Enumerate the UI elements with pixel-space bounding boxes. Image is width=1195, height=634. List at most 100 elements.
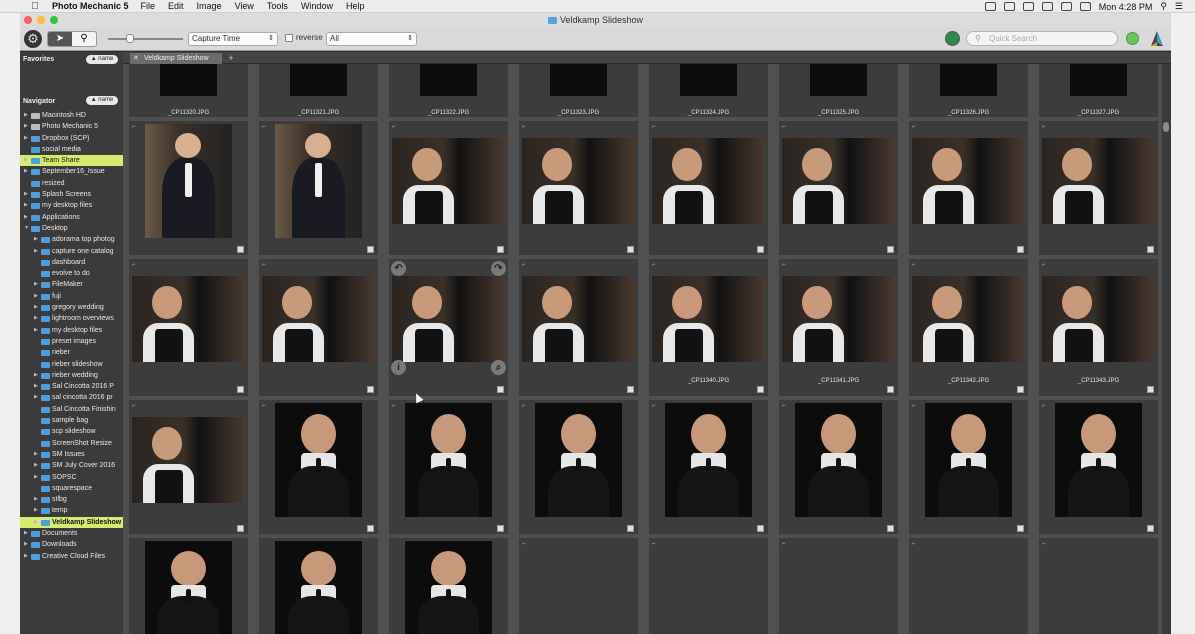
disclosure-closed-icon[interactable]: ▶ [24, 212, 28, 223]
tag-checkbox[interactable] [627, 246, 634, 253]
navigator-item[interactable]: squarespace [20, 483, 123, 494]
menu-image[interactable]: Image [197, 1, 222, 11]
status-icon[interactable] [1003, 2, 1015, 11]
navigator-item[interactable]: ▶ my desktop files [20, 325, 123, 336]
tag-checkbox[interactable] [497, 386, 504, 393]
minimize-window-button[interactable] [37, 16, 45, 24]
thumbnail-cell[interactable] [129, 538, 248, 634]
tag-checkbox[interactable] [367, 386, 374, 393]
quick-search-input[interactable]: ⚲ Quick Search [966, 31, 1118, 46]
menu-help[interactable]: Help [346, 1, 365, 11]
info-icon[interactable]: i [391, 360, 406, 375]
thumbnail-cell[interactable]: ⌐ [779, 538, 898, 634]
disclosure-closed-icon[interactable]: ▶ [24, 539, 28, 550]
thumbnail-cell[interactable]: ⌐ [389, 400, 508, 534]
thumbnail-cell[interactable]: ⌐ [129, 400, 248, 534]
navigator-item[interactable]: ▶ FileMaker [20, 279, 123, 290]
thumbnail-cell[interactable]: ⌐↶↷i⌕ [389, 259, 508, 396]
thumbnail-cell[interactable]: _CP11326.JPG [909, 64, 1028, 117]
navigator-item[interactable]: preset images [20, 336, 123, 347]
disclosure-closed-icon[interactable]: ▶ [34, 313, 38, 324]
tab-veldkamp-slideshow[interactable]: ✕ Veldkamp Slideshow [130, 53, 222, 64]
navigator-item[interactable]: ▶ Photo Mechanic 5 [20, 121, 123, 132]
navigator-item[interactable]: dashboard [20, 257, 123, 268]
thumbnail-cell[interactable]: ⌐ [909, 121, 1028, 255]
gear-icon[interactable]: ⚙ [24, 30, 42, 48]
wifi-icon[interactable] [1060, 2, 1072, 11]
disclosure-closed-icon[interactable]: ▶ [34, 460, 38, 471]
thumbnail-cell[interactable]: ⌐ [389, 121, 508, 255]
status-icon[interactable] [984, 2, 996, 11]
thumbnail-cell[interactable]: _CP11320.JPG [129, 64, 248, 117]
tag-checkbox[interactable] [367, 525, 374, 532]
status-icon[interactable] [1041, 2, 1053, 11]
disclosure-closed-icon[interactable]: ▶ [24, 110, 28, 121]
navigator-item[interactable]: ▶ sal cincotta 2016 pr [20, 392, 123, 403]
disclosure-closed-icon[interactable]: ▶ [34, 449, 38, 460]
tag-checkbox[interactable] [237, 525, 244, 532]
menu-tools[interactable]: Tools [267, 1, 288, 11]
navigator-item[interactable]: ▶ Dropbox (SCP) [20, 133, 123, 144]
thumbnail-cell[interactable]: ⌐ [1039, 400, 1158, 534]
navigator-item[interactable]: ▶ Splash Screens [20, 189, 123, 200]
navigator-item[interactable]: sample bag [20, 415, 123, 426]
close-window-button[interactable] [24, 16, 32, 24]
disclosure-open-icon[interactable]: ▼ [24, 223, 29, 234]
rotate-right-icon[interactable]: ↷ [491, 261, 506, 276]
navigator-item[interactable]: ▶ stlbg [20, 494, 123, 505]
close-tab-icon[interactable]: ✕ [133, 53, 139, 64]
thumbnail-cell[interactable]: ⌐ [649, 121, 768, 255]
disclosure-closed-icon[interactable]: ▶ [34, 381, 38, 392]
navigator-item[interactable]: evolve to do [20, 268, 123, 279]
navigator-item[interactable]: rieber [20, 347, 123, 358]
disclosure-closed-icon[interactable]: ▶ [24, 133, 28, 144]
tag-checkbox[interactable] [887, 386, 894, 393]
navigator-item[interactable]: ▶ Macintosh HD [20, 110, 123, 121]
tag-checkbox[interactable] [627, 386, 634, 393]
navigator-item[interactable]: ▶ rieber wedding [20, 370, 123, 381]
navigator-item[interactable]: ▶ SM July Cover 2016 [20, 460, 123, 471]
tag-checkbox[interactable] [1017, 525, 1024, 532]
thumbnail-cell[interactable]: ⌐ [519, 121, 638, 255]
thumbnail-cell[interactable]: ⌐ [909, 538, 1028, 634]
thumbnail-cell[interactable]: _CP11323.JPG [519, 64, 638, 117]
spotlight-icon[interactable]: ⚲ [1160, 1, 1167, 12]
disclosure-closed-icon[interactable]: ▶ [24, 121, 28, 132]
navigator-item[interactable]: ▶ Veldkamp Slideshow [20, 516, 123, 528]
add-tab-button[interactable]: + [226, 53, 236, 63]
thumbnail-cell[interactable]: _CP11322.JPG [389, 64, 508, 117]
status-icon[interactable] [1022, 2, 1034, 11]
menu-view[interactable]: View [235, 1, 254, 11]
disclosure-closed-icon[interactable]: ▶ [34, 494, 38, 505]
disclosure-closed-icon[interactable]: ▶ [24, 166, 28, 177]
thumbnail-cell[interactable] [259, 538, 378, 634]
navigator-item[interactable]: ▶ Documents [20, 528, 123, 539]
thumbnail-cell[interactable]: ⌐ [1039, 121, 1158, 255]
disclosure-closed-icon[interactable]: ▶ [34, 246, 38, 257]
tag-checkbox[interactable] [887, 246, 894, 253]
thumbnail-cell[interactable]: ⌐ [259, 121, 378, 255]
tag-checkbox[interactable] [1147, 386, 1154, 393]
apple-icon[interactable]:  [28, 1, 42, 12]
navigator-item[interactable]: ▶ Applications [20, 212, 123, 223]
menu-list-icon[interactable]: ☰ [1175, 1, 1183, 12]
tag-checkbox[interactable] [1147, 246, 1154, 253]
tag-checkbox[interactable] [887, 525, 894, 532]
navigator-item[interactable]: ▶ fuji [20, 291, 123, 302]
navigator-item[interactable]: ▶ gregory wedding [20, 302, 123, 313]
navigator-item[interactable]: ▶ SM Issues [20, 449, 123, 460]
favorites-sort-button[interactable]: ▲ name [86, 55, 118, 64]
navigator-item[interactable]: ▶ Downloads [20, 539, 123, 550]
tag-checkbox[interactable] [627, 525, 634, 532]
disclosure-closed-icon[interactable]: ▶ [34, 370, 38, 381]
thumbnail-cell[interactable] [389, 538, 508, 634]
zoom-tool-icon[interactable]: ⚲ [72, 32, 96, 46]
navigator-item[interactable]: ▶ September16_Issue [20, 166, 123, 177]
navigator-item[interactable]: scp slideshow [20, 426, 123, 437]
tag-checkbox[interactable] [1017, 386, 1024, 393]
zoom-window-button[interactable] [50, 16, 58, 24]
globe-icon[interactable] [945, 31, 960, 46]
thumbnail-cell[interactable]: ⌐ [129, 121, 248, 255]
thumbnail-cell[interactable]: _CP11324.JPG [649, 64, 768, 117]
thumbnail-cell[interactable]: ⌐ _CP11340.JPG [649, 259, 768, 396]
